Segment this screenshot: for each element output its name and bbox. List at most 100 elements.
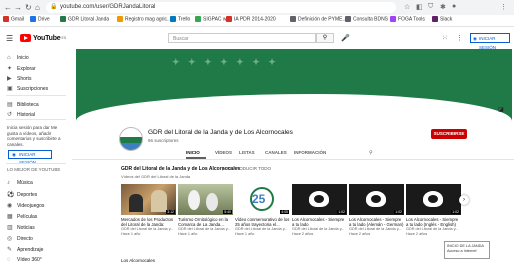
profile-icon[interactable]: ●	[452, 3, 456, 10]
banner-decoration: ✦ ✦ ✦ ✦ ✦ ✦ ✦	[172, 57, 279, 67]
youtube-logo[interactable]: YouTube ES	[20, 34, 66, 42]
video-channel[interactable]: GDR del Litoral de la Janda y...	[235, 227, 290, 232]
search-input[interactable]: Buscar	[168, 33, 316, 43]
sidebar-item-label: Vídeo 360°	[17, 257, 42, 263]
microphone-icon[interactable]: 🎤	[341, 34, 350, 42]
video-card[interactable]: 5:40 Turismo Ornitológico en la Comarca d…	[178, 184, 233, 236]
bookmark-item[interactable]: Definición de PYME...	[290, 16, 347, 22]
banner-link-icon[interactable]: ◪	[498, 106, 504, 113]
tooltip: INICIO DE LA JANDA Acceso a Internet	[444, 241, 490, 259]
video-card[interactable]: 1:02 Los Alcornocales - Siempre a tu lado…	[406, 184, 461, 236]
sidebar-item-shorts[interactable]: ▶ Shorts	[7, 75, 32, 83]
sports-icon: ⚽	[7, 192, 15, 198]
sidebar-best-item[interactable]: ♪ Música	[7, 180, 33, 186]
signin-button[interactable]: ◉ INICIAR SESIÓN	[470, 33, 510, 50]
bookmark-favicon-icon	[60, 16, 66, 22]
video-channel[interactable]: GDR del Litoral de la Janda y...	[349, 227, 404, 232]
back-icon[interactable]: ←	[4, 3, 12, 12]
video-title[interactable]: Los Alcornocales - Siempre a tu lado	[292, 217, 347, 227]
sidebar-best-item[interactable]: ⚽ Deportes	[7, 191, 37, 199]
video-thumbnail[interactable]: 1:02	[292, 184, 347, 215]
video-thumbnail[interactable]: 25 4:05	[235, 184, 290, 215]
address-bar[interactable]: 🔒 youtube.com/user/GDRJandaLitoral	[46, 2, 396, 13]
video-title[interactable]: Turismo Ornitológico en la Comarca de La…	[178, 217, 233, 227]
video-channel[interactable]: GDR del Litoral de la Janda y...	[406, 227, 461, 232]
video-title[interactable]: Los Alcornocales - Siempre a tu lado (In…	[406, 217, 461, 227]
channel-name: GDR del Litoral de la Janda y de Los Alc…	[148, 129, 293, 136]
menu-dots-icon[interactable]: ⋮	[500, 3, 507, 11]
search-button[interactable]: ⚲	[316, 33, 334, 43]
tab-canales[interactable]: CANALES	[265, 150, 287, 155]
bookmark-item[interactable]: Slack	[432, 16, 452, 22]
bookmark-item[interactable]: Trello	[170, 16, 190, 22]
sidebar-signin-button[interactable]: ◉ INICIAR SESIÓN	[8, 150, 52, 165]
star-icon[interactable]: ☆	[404, 3, 410, 11]
sidebar-divider	[6, 163, 66, 164]
video-thumbnail[interactable]: 3:12	[121, 184, 176, 215]
sidebar-item-label: Shorts	[17, 75, 32, 82]
bookmark-favicon-icon	[195, 16, 201, 22]
sidebar-item-biblioteca[interactable]: ▤ Biblioteca	[7, 101, 39, 109]
sidebar-best-item[interactable]: ◉ Videojuegos	[7, 202, 44, 210]
shield-icon[interactable]: ⛉	[428, 3, 433, 11]
bookmark-favicon-icon	[345, 16, 351, 22]
subscribe-button[interactable]: SUSCRIBIRSE	[431, 129, 467, 139]
settings-dots-icon[interactable]: ⋮	[456, 34, 463, 42]
video-duration: 1:02	[337, 210, 346, 214]
sidebar-item-explorar[interactable]: ✦ Explorar	[7, 65, 36, 73]
video-channel[interactable]: GDR del Litoral de la Janda y...	[292, 227, 347, 232]
channel-search-icon[interactable]: ⚲	[369, 150, 373, 156]
reload-icon[interactable]: ↻	[25, 3, 32, 12]
carousel-next-button[interactable]: ›	[459, 195, 469, 205]
video-card[interactable]: 1:02 Los Alcornocales - Siempre a tu lado…	[292, 184, 347, 236]
video-thumbnail[interactable]: 1:02	[349, 184, 404, 215]
bookmark-item[interactable]: Registro mag agric...	[117, 16, 171, 22]
home-browser-icon[interactable]: ⌂	[35, 3, 40, 12]
video-card[interactable]: 3:12 Mercados de los Productos del Litora…	[121, 184, 176, 236]
hamburger-menu-icon[interactable]: ☰	[6, 34, 13, 43]
video-thumbnail[interactable]: 1:02	[406, 184, 461, 215]
forward-icon[interactable]: →	[14, 3, 22, 12]
apps-grid-icon[interactable]: ⁙	[442, 34, 448, 42]
tab-inicio[interactable]: INICIO	[186, 150, 200, 155]
history-icon: ↺	[7, 112, 13, 118]
bookmark-item[interactable]: GDR Litoral Janda	[60, 16, 109, 22]
sidebar-best-item[interactable]: ◎ Directo	[7, 235, 33, 243]
bookmark-item[interactable]: FOGA Tools	[390, 16, 425, 22]
active-tab-indicator	[186, 157, 206, 159]
video-channel[interactable]: GDR del Litoral de la Janda y...	[178, 227, 233, 232]
bookmark-item[interactable]: IA PDR 2014-2020	[226, 16, 276, 22]
tab-vídeos[interactable]: VÍDEOS	[215, 150, 232, 155]
sidebar-item-label: Música	[17, 180, 33, 186]
bookmark-favicon-icon	[226, 16, 232, 22]
channel-tabs: ⚲ INICIO VÍDEOS LISTAS CANALES INFORMACIÓN	[72, 147, 514, 160]
video-meta: Hace 2 años	[406, 231, 428, 236]
video-title[interactable]: Mercados de los Productos del Litoral de…	[121, 217, 176, 227]
tab-información[interactable]: INFORMACIÓN	[294, 150, 326, 155]
sidebar-best-item[interactable]: ✎ Aprendizaje	[7, 246, 43, 254]
bookmark-item[interactable]: Consulta BDNS	[345, 16, 388, 22]
video-title[interactable]: Vídeo conmemorativo de los 25 años traye…	[235, 217, 290, 227]
video-channel[interactable]: GDR del Litoral de la Janda y...	[121, 227, 176, 232]
video-thumbnail[interactable]: 5:40	[178, 184, 233, 215]
extension-icon[interactable]: ◧	[416, 3, 423, 11]
sidebar-best-item[interactable]: ◌ Vídeo 360°	[7, 257, 42, 263]
play-all-button[interactable]: ▶ REPRODUCIR TODO	[222, 166, 271, 172]
puzzle-icon[interactable]: ✱	[440, 3, 446, 11]
explore-icon: ✦	[7, 66, 13, 72]
movies-icon: ▦	[7, 214, 13, 220]
bookmark-label: IA PDR 2014-2020	[234, 16, 276, 23]
sidebar-item-suscripciones[interactable]: ▣ Suscripciones	[7, 85, 48, 93]
sidebar-item-historial[interactable]: ↺ Historial	[7, 111, 35, 119]
sidebar-best-item[interactable]: ▥ Noticias	[7, 224, 35, 232]
sidebar-best-item[interactable]: ▦ Películas	[7, 213, 37, 221]
tooltip-line: Acceso a Internet	[447, 249, 477, 253]
video-title[interactable]: Los Alcornocales - Siempre a tu lado (Al…	[349, 217, 404, 227]
video-card[interactable]: 1:02 Los Alcornocales - Siempre a tu lado…	[349, 184, 404, 236]
tab-listas[interactable]: LISTAS	[239, 150, 255, 155]
bookmark-item[interactable]: Gmail	[3, 16, 24, 22]
sidebar-item-inicio[interactable]: ⌂ Inicio	[7, 55, 29, 61]
shorts-icon: ▶	[7, 76, 12, 82]
video-card[interactable]: 25 4:05 Vídeo conmemorativo de los 25 años…	[235, 184, 290, 236]
bookmark-item[interactable]: Drive	[30, 16, 50, 22]
